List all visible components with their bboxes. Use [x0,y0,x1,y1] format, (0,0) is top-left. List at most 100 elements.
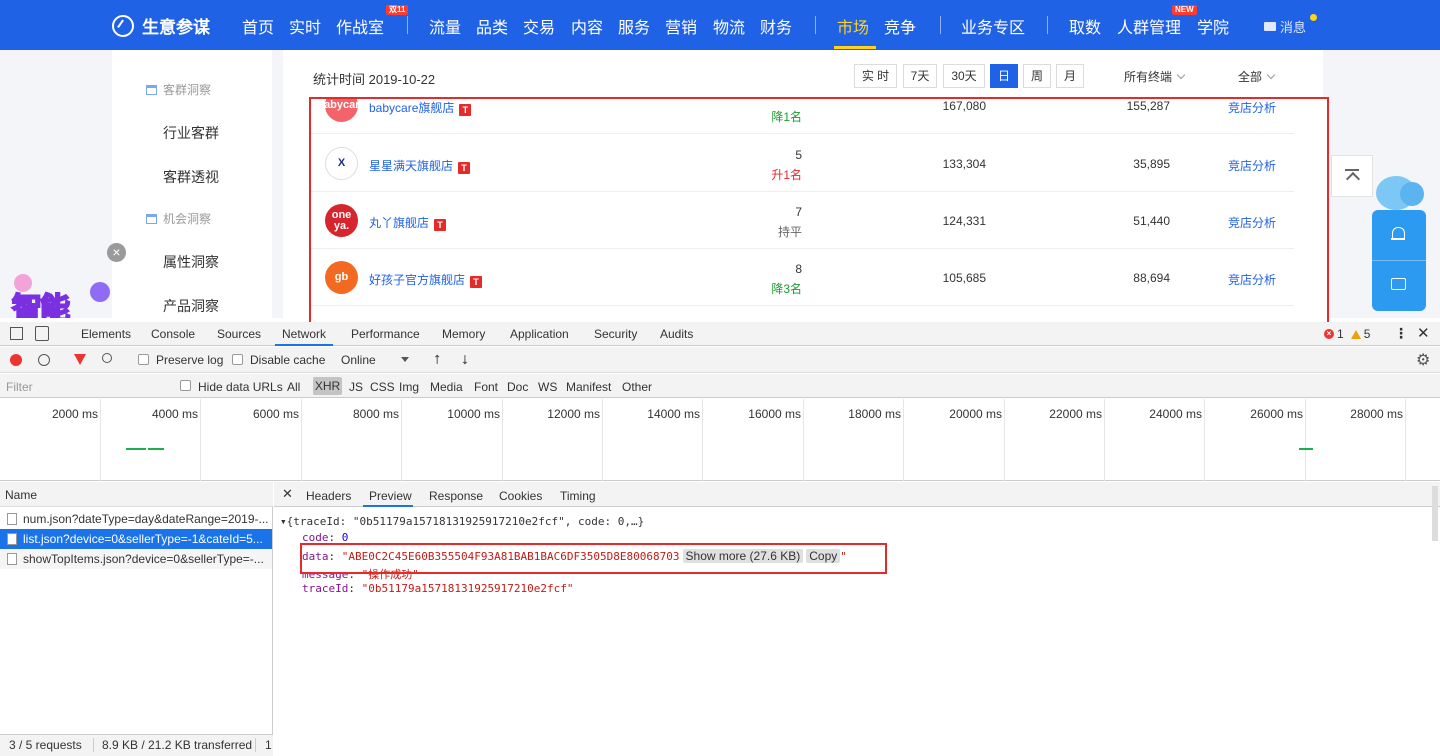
tab-response[interactable]: Response [429,489,483,503]
close-icon[interactable]: × [107,243,126,262]
filter-icon[interactable] [74,354,86,365]
preserve-log-label: Preserve log [156,353,224,367]
filter-img[interactable]: Img [399,380,419,394]
preserve-log-checkbox[interactable] [138,354,149,365]
range-30d-button[interactable]: 30天 [943,64,985,88]
filter-input[interactable]: Filter [6,380,33,394]
filter-other[interactable]: Other [622,380,652,394]
request-name: list.json?device=0&sellerType=-1&cateId=… [23,532,263,546]
tab-elements[interactable]: Elements [81,327,131,341]
nav-logistics[interactable]: 物流 [713,14,745,38]
file-icon [7,553,17,565]
nav-market[interactable]: 市场 [837,14,869,38]
divider [255,738,256,752]
nav-fetch-data[interactable]: 取数 [1069,14,1101,38]
nav-finance[interactable]: 财务 [760,14,792,38]
sidebar-item-customer-perspective[interactable]: 客群透视 [163,167,219,187]
nav-competition[interactable]: 竞争 [884,14,916,38]
disable-cache-label: Disable cache [250,353,326,367]
import-har-icon[interactable]: ⭡ [434,352,440,368]
close-icon[interactable]: ✕ [282,486,293,502]
tab-memory[interactable]: Memory [442,327,485,341]
nav-academy[interactable]: 学院 [1197,14,1229,38]
range-day-button[interactable]: 日 [990,64,1018,88]
range-month-button[interactable]: 月 [1056,64,1084,88]
tab-network[interactable]: Network [282,327,326,341]
search-icon[interactable] [102,353,112,363]
nav-trade[interactable]: 交易 [523,14,555,38]
tab-preview[interactable]: Preview [369,489,412,503]
record-icon[interactable] [10,354,22,366]
nav-business-zone[interactable]: 业务专区 [961,14,1025,38]
tab-audits[interactable]: Audits [660,327,693,341]
json-key: traceId [302,582,349,595]
sidebar-item-industry-customers[interactable]: 行业客群 [163,123,219,143]
network-filter-bar: Filter Hide data URLs All XHR JS CSS Img… [0,374,1440,398]
settings-gear-icon[interactable]: ⚙ [1416,350,1430,370]
tab-performance[interactable]: Performance [351,327,420,341]
bell-icon[interactable] [1391,227,1405,242]
filter-css[interactable]: CSS [370,380,395,394]
nav-traffic[interactable]: 流量 [429,14,461,38]
device-toolbar-icon[interactable] [35,326,49,341]
request-row[interactable]: showTopItems.json?device=0&sellerType=-.… [0,549,272,569]
network-timeline[interactable]: 2000 ms 4000 ms 6000 ms 8000 ms 10000 ms… [0,399,1440,481]
timeline-gridline [1004,399,1005,481]
nav-crowd-management[interactable]: 人群管理 [1117,14,1181,38]
filter-font[interactable]: Font [474,380,498,394]
request-row[interactable]: num.json?dateType=day&dateRange=2019-... [0,509,272,529]
chat-icon[interactable] [1391,278,1406,290]
tab-cookies[interactable]: Cookies [499,489,542,503]
nav-marketing[interactable]: 营销 [665,14,697,38]
filter-all[interactable]: All [287,380,300,394]
timeline-gridline [903,399,904,481]
export-har-icon[interactable]: ⭣ [462,352,468,368]
sidebar-item-attribute-insight[interactable]: 属性洞察 [163,252,219,272]
back-to-top-button[interactable] [1331,155,1373,197]
message-button[interactable]: 消息 [1264,17,1306,36]
tab-application[interactable]: Application [510,327,569,341]
throttling-select[interactable]: Online [341,353,376,367]
inspect-element-icon[interactable] [10,327,23,340]
nav-home[interactable]: 首页 [242,14,274,38]
clear-icon[interactable] [38,354,50,366]
expand-triangle-icon[interactable]: ▾ [280,515,287,528]
disable-cache-checkbox[interactable] [232,354,243,365]
hide-data-urls-checkbox[interactable] [180,380,191,391]
nav-service[interactable]: 服务 [618,14,650,38]
scope-dropdown[interactable]: 全部 [1238,68,1276,85]
terminal-dropdown[interactable]: 所有终端 [1124,68,1186,85]
filter-doc[interactable]: Doc [507,380,528,394]
name-column-header[interactable]: Name [0,482,273,507]
range-7d-button[interactable]: 7天 [903,64,937,88]
issues-counter[interactable]: × 1 5 [1324,327,1370,341]
tab-sources[interactable]: Sources [217,327,261,341]
tab-security[interactable]: Security [594,327,637,341]
more-menu-icon[interactable]: ⋮ [1394,325,1408,342]
timeline-tick: 26000 ms [1250,407,1303,421]
filter-ws[interactable]: WS [538,380,557,394]
nav-content[interactable]: 内容 [571,14,603,38]
json-root-summary: {traceId: "0b51179a15718131925917210e2fc… [286,515,645,528]
brand-logo[interactable]: 生意参谋 [112,13,210,38]
filter-manifest[interactable]: Manifest [566,380,611,394]
json-root[interactable]: ▾{traceId: "0b51179a15718131925917210e2f… [280,515,644,528]
filter-js[interactable]: JS [349,380,363,394]
chevron-down-icon[interactable] [401,357,409,362]
close-devtools-icon[interactable]: ✕ [1417,324,1430,342]
tab-console[interactable]: Console [151,327,195,341]
nav-realtime[interactable]: 实时 [289,14,321,38]
nav-category[interactable]: 品类 [476,14,508,38]
scrollbar[interactable] [1432,486,1438,541]
nav-war-room[interactable]: 作战室 [336,14,384,38]
request-row[interactable]: list.json?device=0&sellerType=-1&cateId=… [0,529,272,549]
sidebar-item-product-insight[interactable]: 产品洞察 [163,296,219,316]
filter-media[interactable]: Media [430,380,463,394]
range-week-button[interactable]: 周 [1023,64,1051,88]
timeline-tick: 12000 ms [547,407,600,421]
tab-headers[interactable]: Headers [306,489,351,503]
tab-timing[interactable]: Timing [560,489,596,503]
smart-banner[interactable]: 智能 [4,274,110,318]
filter-xhr[interactable]: XHR [313,377,342,395]
range-realtime-button[interactable]: 实 时 [854,64,897,88]
